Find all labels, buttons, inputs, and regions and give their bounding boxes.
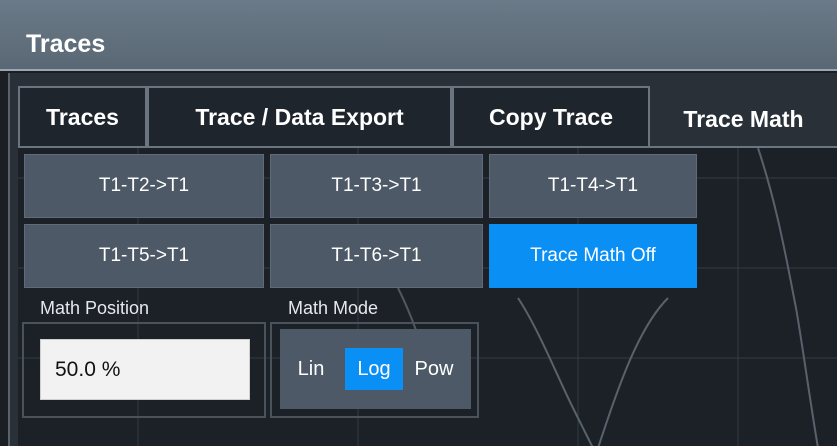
dialog-titlebar[interactable]: Traces [0,0,837,71]
tab-bar: Traces Trace / Data Export Copy Trace Tr… [18,86,837,146]
t1-t5-button[interactable]: T1-T5->T1 [24,224,264,288]
t1-t2-button[interactable]: T1-T2->T1 [24,154,264,218]
mode-lin[interactable]: Lin [290,348,332,390]
traces-dialog: Traces Traces Trace / Data Export Copy T… [0,0,837,446]
mode-log[interactable]: Log [345,348,403,390]
trace-math-off-button[interactable]: Trace Math Off [489,224,697,288]
mode-pow[interactable]: Pow [409,348,459,390]
tab-trace-data-export[interactable]: Trace / Data Export [147,86,452,146]
t1-t4-button[interactable]: T1-T4->T1 [489,154,697,218]
t1-t3-button[interactable]: T1-T3->T1 [270,154,483,218]
math-position-label: Math Position [40,298,150,318]
math-position-input[interactable]: 50.0 % [40,339,250,400]
math-mode-label: Math Mode [288,298,379,318]
math-mode-selector: Lin Log Pow [280,329,471,409]
tab-trace-math[interactable]: Trace Math [650,86,837,146]
tab-copy-trace[interactable]: Copy Trace [452,86,650,146]
tab-traces[interactable]: Traces [18,86,147,146]
t1-t6-button[interactable]: T1-T6->T1 [270,224,483,288]
trace-math-content: T1-T2->T1 T1-T3->T1 T1-T4->T1 T1-T5->T1 … [18,146,837,446]
dialog-title: Traces [26,30,106,58]
